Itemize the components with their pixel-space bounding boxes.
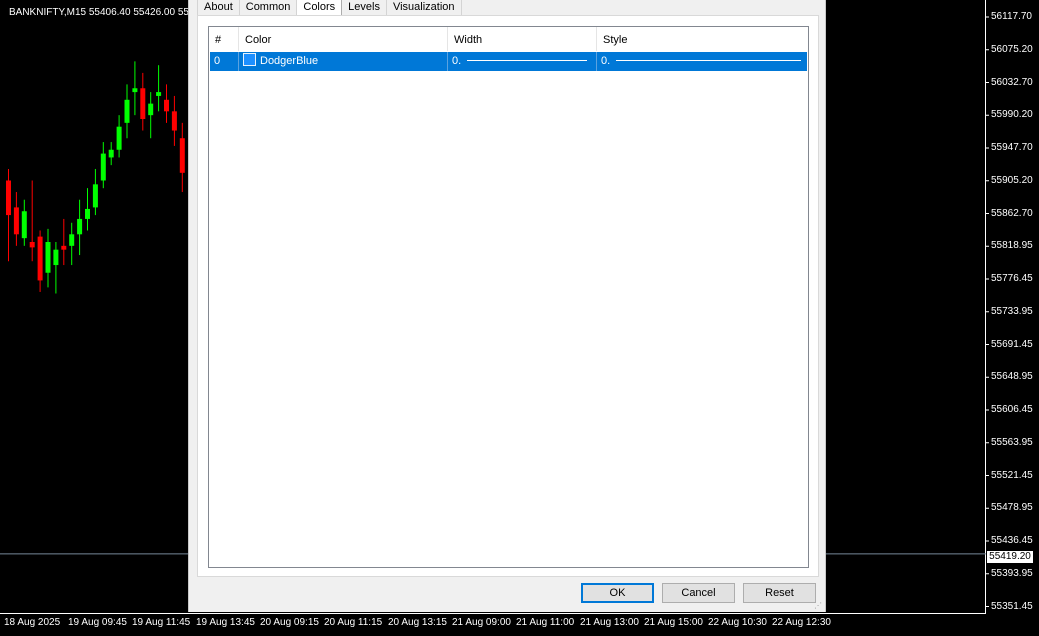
resize-grip-icon[interactable]: ⋰ [814,601,823,610]
bull-candle-body [124,99,130,123]
bear-candle-body [164,99,169,112]
price-axis-label: 55478.95 [991,502,1033,514]
price-axis-label: 55776.45 [991,273,1033,284]
column-header-width[interactable]: Width [448,27,597,51]
price-axis-label: 55606.45 [991,404,1033,415]
bear-candle-body [171,111,177,131]
width-cell[interactable]: 0. [448,52,597,71]
bull-candle-body [92,184,98,208]
time-axis-label: 21 Aug 11:00 [516,617,575,628]
bull-candle-body [69,234,75,246]
color-cell[interactable]: DodgerBlue [239,52,448,71]
time-axis-label: 22 Aug 10:30 [708,617,767,628]
style-value: 0. [601,55,611,67]
column-header-index[interactable]: # [209,27,239,51]
width-line-preview [467,60,588,61]
price-axis-label: 55947.70 [991,142,1033,153]
colors-panel: # Color Width Style 0 DodgerBlue 0. 0. [197,15,819,577]
price-axis-label: 55691.45 [991,338,1033,350]
bull-candle-body [85,208,90,219]
bear-candle-body [6,180,11,216]
time-axis-label: 21 Aug 09:00 [452,617,511,628]
bull-candle-body [77,218,83,235]
time-axis-label: 22 Aug 12:30 [772,617,831,628]
price-axis-label: 55990.20 [991,109,1033,121]
time-axis-label: 18 Aug 2025 [4,617,61,628]
color-name: DodgerBlue [260,55,319,67]
price-axis-label: 55393.95 [991,567,1033,579]
reset-button[interactable]: Reset [743,583,816,603]
tab-about[interactable]: About [197,0,240,16]
style-cell[interactable]: 0. [597,52,807,71]
column-header-style[interactable]: Style [597,27,808,51]
time-axis-label: 21 Aug 13:00 [580,617,639,628]
chart-title: BANKNIFTY,M15 55406.40 55426.00 55 [9,7,189,18]
price-axis-label: 55818.95 [991,240,1033,252]
bull-candle-body [116,126,122,150]
price-axis-label: 55436.45 [991,535,1033,546]
time-axis-label: 20 Aug 09:15 [260,617,319,628]
grid-header: # Color Width Style [209,27,808,51]
price-axis-label: 55862.70 [991,207,1033,219]
bull-candle-body [45,241,51,273]
price-axis-label: 55521.45 [991,469,1033,481]
bull-candle-body [156,92,162,96]
time-axis-label: 20 Aug 11:15 [324,617,383,628]
tab-levels[interactable]: Levels [342,0,387,16]
column-header-color[interactable]: Color [239,27,448,51]
bull-candle-body [100,153,106,181]
table-row[interactable]: 0 DodgerBlue 0. 0. [210,52,807,71]
ok-button[interactable]: OK [581,583,654,603]
price-axis-label: 55648.95 [991,371,1033,383]
color-swatch [243,53,256,66]
bear-candle-body [179,138,185,173]
colors-grid[interactable]: # Color Width Style 0 DodgerBlue 0. 0. [208,26,809,568]
price-axis-label: 55905.20 [991,174,1033,186]
bull-candle-body [108,149,114,158]
bear-candle-body [61,245,67,250]
row-index: 0 [210,52,239,71]
time-axis-label: 21 Aug 15:00 [644,617,703,628]
bull-candle-body [132,88,138,93]
price-axis-label: 55563.95 [991,436,1033,448]
current-price-label: 55419.20 [987,551,1033,563]
bear-candle-body [29,241,35,248]
bull-candle-body [21,211,27,239]
time-axis-label: 20 Aug 13:15 [388,617,447,628]
indicator-properties-dialog: About Common Colors Levels Visualization… [188,0,826,612]
tab-common[interactable]: Common [239,0,298,16]
price-axis-label: 55351.45 [991,600,1033,612]
style-line-preview [616,60,802,61]
tab-visualization[interactable]: Visualization [386,0,462,16]
price-axis-label: 56075.20 [991,43,1033,55]
price-axis-label: 56032.70 [991,76,1033,88]
time-axis-label: 19 Aug 11:45 [132,617,191,628]
tab-bar: About Common Colors Levels Visualization [197,0,462,17]
time-axis-label: 19 Aug 09:45 [68,617,127,628]
bull-candle-body [53,249,59,266]
width-value: 0. [452,55,462,67]
cancel-button[interactable]: Cancel [662,583,735,603]
bear-candle-body [37,236,43,281]
bear-candle-body [13,207,19,235]
bull-candle-body [148,103,154,116]
bear-candle-body [140,88,146,120]
price-axis-label: 55733.95 [991,305,1033,317]
time-axis-label: 19 Aug 13:45 [196,617,255,628]
price-axis-label: 56117.70 [991,11,1032,22]
